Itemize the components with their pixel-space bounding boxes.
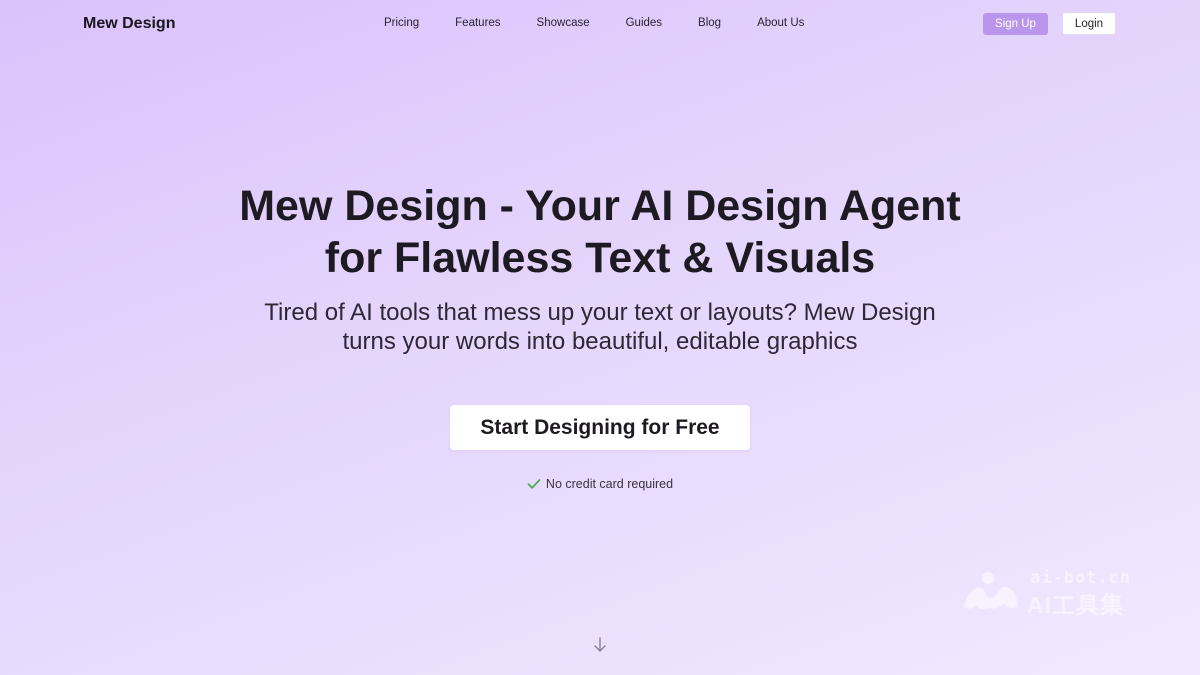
hero-title-line-2: for Flawless Text & Visuals [324,234,876,282]
no-credit-card-note: No credit card required [0,477,1200,491]
watermark-text-line-1: ai-bot.cn [1030,568,1132,588]
nav-item-features[interactable]: Features [455,17,500,29]
check-icon [527,478,541,490]
nav-item-about-us[interactable]: About Us [757,17,804,29]
top-navbar: Mew Design Pricing Features Showcase Gui… [0,0,1200,48]
nav-menu: Pricing Features Showcase Guides Blog Ab… [384,17,804,29]
nav-item-blog[interactable]: Blog [698,17,721,29]
watermark-logo-icon [962,570,1020,617]
nav-item-guides[interactable]: Guides [626,17,662,29]
hero-title: Mew Design - Your AI Design Agent for Fl… [0,180,1200,284]
login-button[interactable]: Login [1062,12,1116,35]
hero-subtitle-line-2: turns your words into beautiful, editabl… [342,328,858,355]
hero-title-line-1: Mew Design - Your AI Design Agent [239,182,961,230]
note-text: No credit card required [545,477,674,491]
arrow-down-icon[interactable] [593,637,607,658]
watermark-text-line-2: AI工具集 [1027,592,1124,618]
sign-up-button[interactable]: Sign Up [983,13,1048,35]
hero-subtitle: Tired of AI tools that mess up your text… [0,298,1200,356]
hero-subtitle-line-1: Tired of AI tools that mess up your text… [264,299,936,326]
watermark: ai-bot.cn AI工具集 [962,568,1142,618]
start-designing-button[interactable]: Start Designing for Free [450,405,750,450]
nav-item-pricing[interactable]: Pricing [384,17,419,29]
logo-text[interactable]: Mew Design [83,15,175,33]
nav-item-showcase[interactable]: Showcase [537,17,590,29]
